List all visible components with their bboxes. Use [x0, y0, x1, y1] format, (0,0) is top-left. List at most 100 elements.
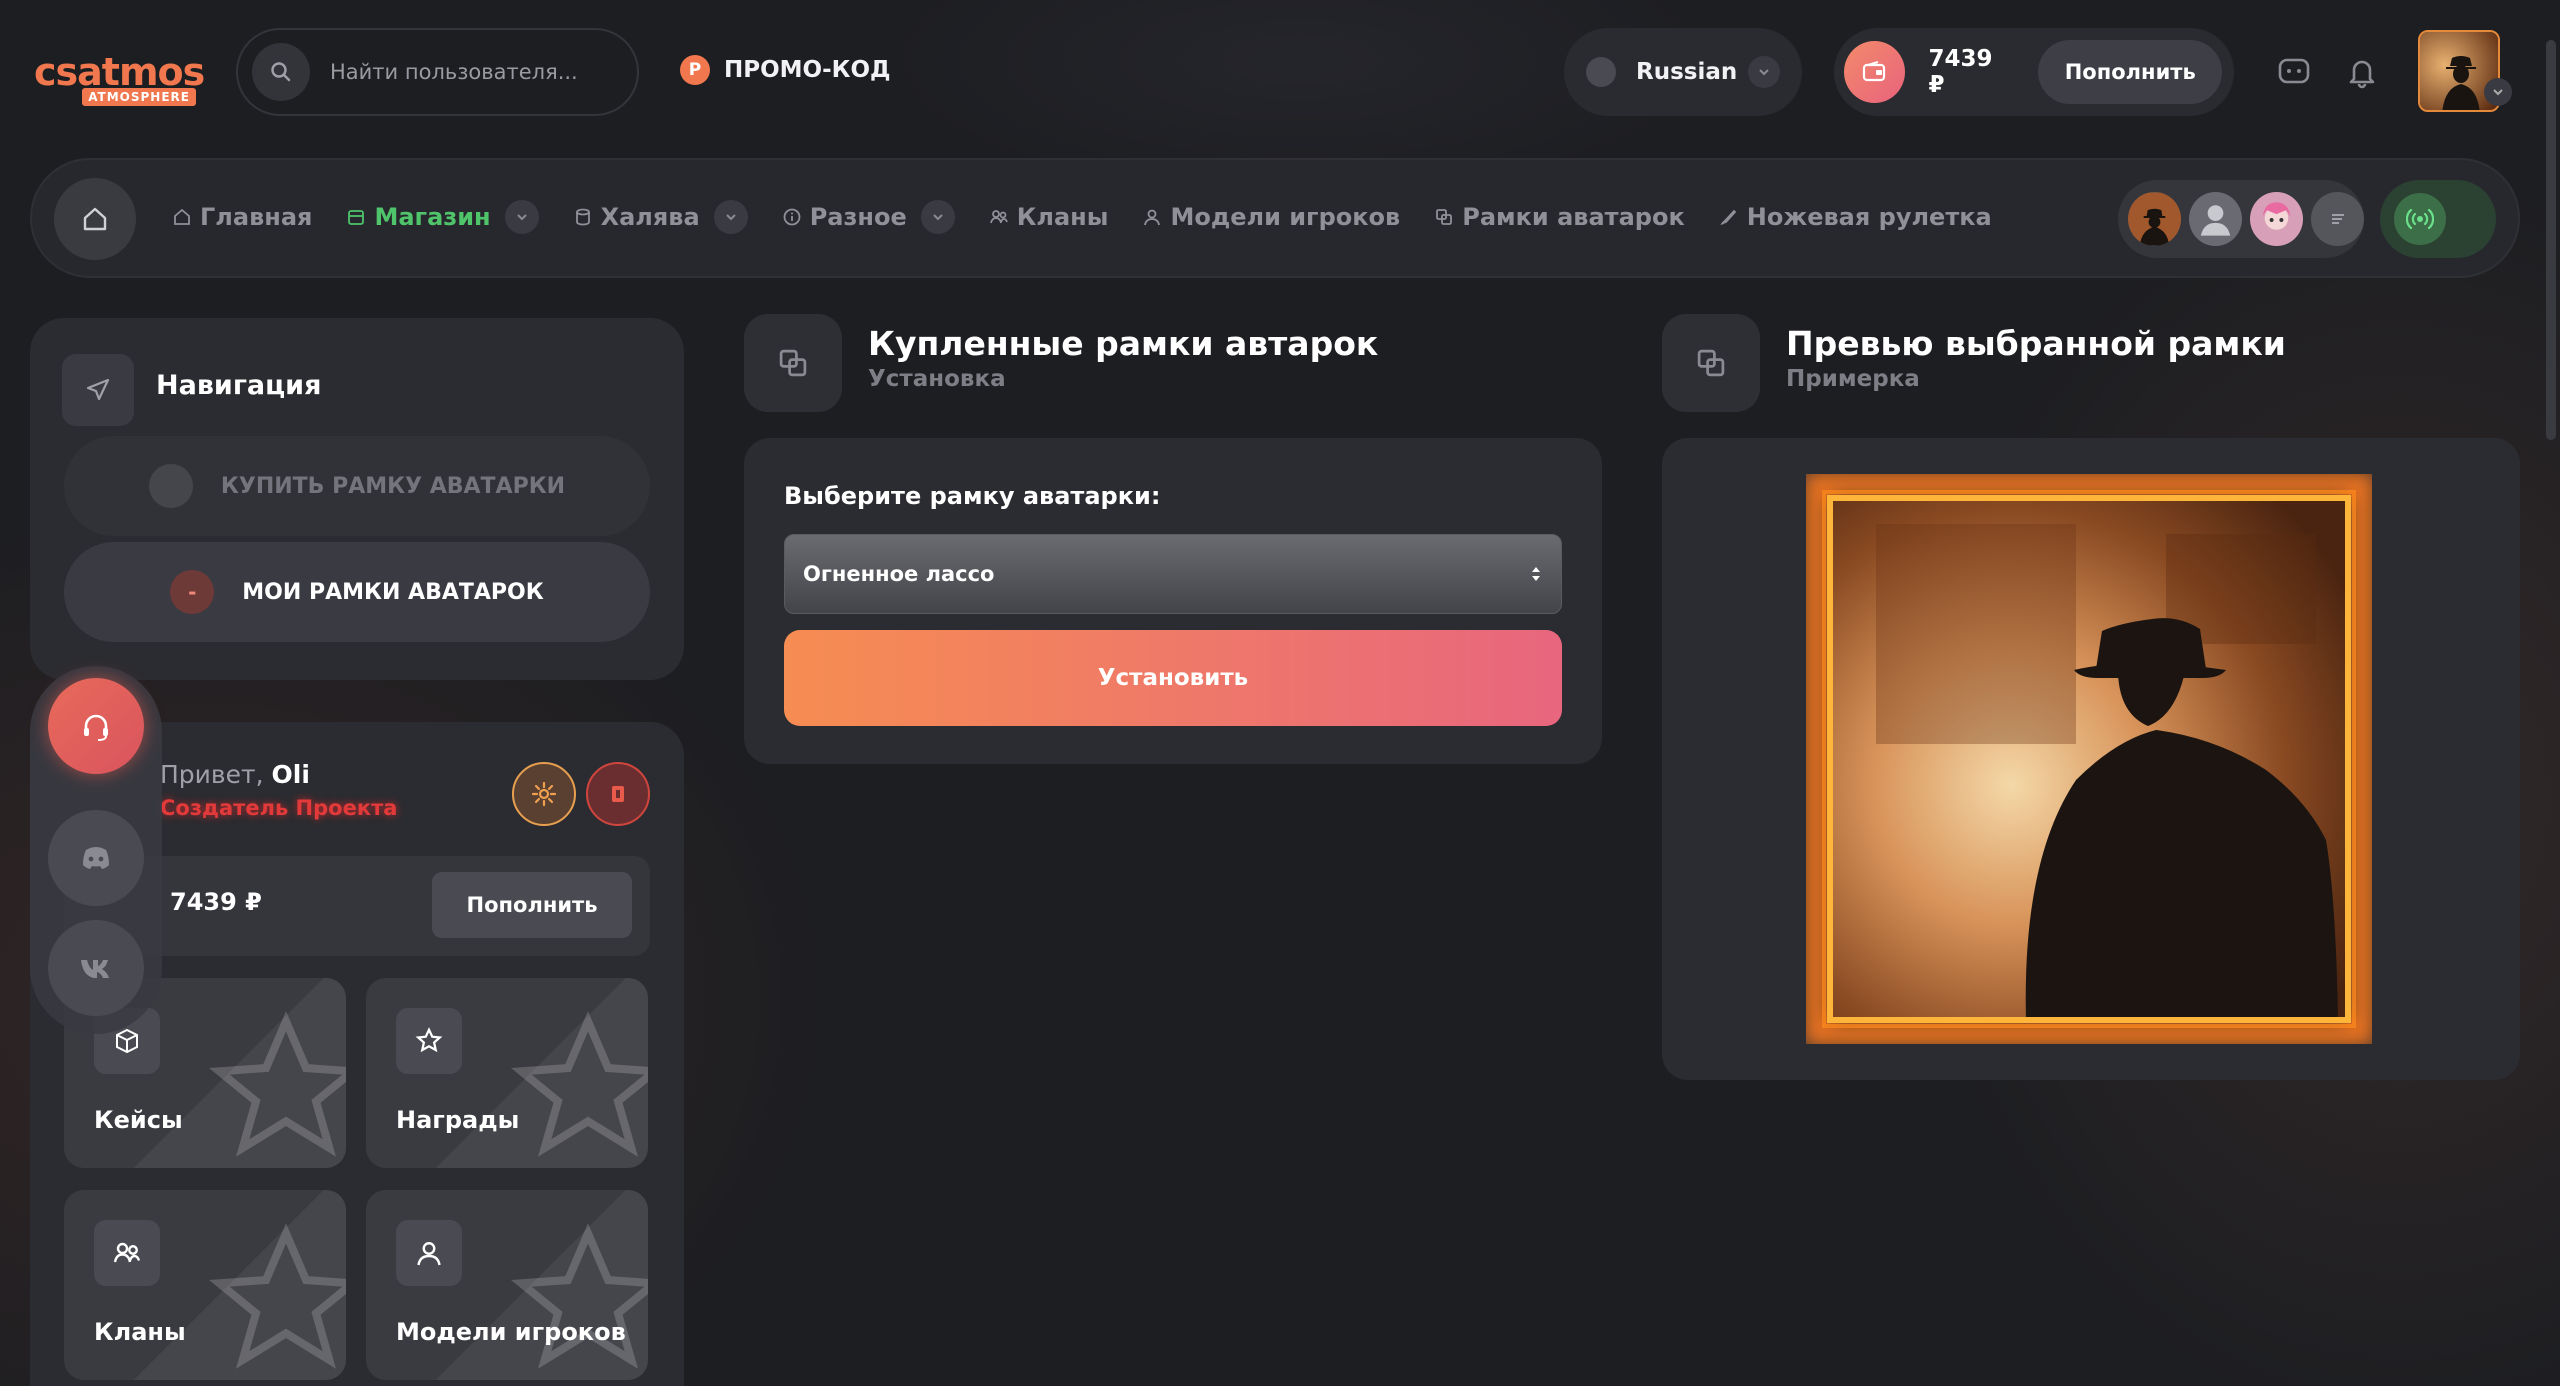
info-icon	[783, 208, 801, 226]
user-search[interactable]	[236, 28, 639, 116]
buy-frame-label: КУПИТЬ РАМКУ АВАТАРКИ	[220, 473, 566, 499]
nav-label-knife-roulette: Ножевая рулетка	[1746, 203, 1992, 231]
avatar-menu-chevron-icon[interactable]	[2484, 78, 2512, 106]
headset-icon	[84, 714, 108, 741]
language-selector[interactable]: Russian	[1564, 28, 1802, 116]
buy-frame-button[interactable]: КУПИТЬ РАМКУ АВАТАРКИ	[64, 436, 650, 536]
nav-item-freebie[interactable]: Халява	[573, 200, 748, 234]
online-user-avatar[interactable]	[2128, 192, 2181, 246]
bell-icon[interactable]	[2342, 52, 2382, 92]
users-icon	[94, 1220, 160, 1286]
my-frames-badge: -	[170, 570, 215, 614]
nav-label-shop: Магазин	[374, 203, 491, 231]
nav-label-avatar-frames: Рамки аватарок	[1462, 203, 1685, 231]
greeting: Привет, Oli	[160, 760, 310, 789]
nav-item-avatar-frames[interactable]: Рамки аватарок	[1434, 203, 1685, 231]
frame-select-dropdown[interactable]: Огненное лассо	[784, 534, 1562, 614]
chevron-down-icon[interactable]	[920, 200, 955, 234]
tile-player-models[interactable]: Модели игроков	[366, 1190, 648, 1380]
settings-button[interactable]	[512, 762, 576, 826]
wallet-balance: 7439 ₽	[1928, 46, 1993, 98]
purchased-frames-subtitle: Установка	[868, 366, 1006, 392]
page-scrollbar[interactable]	[2546, 40, 2556, 440]
knife-icon	[1719, 209, 1736, 225]
tile-cases-label: Кейсы	[94, 1106, 183, 1134]
vk-icon	[81, 960, 109, 978]
logo-sub-text: ATMOSPHERE	[82, 88, 196, 106]
promo-badge-icon: P	[680, 55, 710, 85]
user-role: Создатель Проекта	[160, 796, 398, 820]
coins-icon	[575, 208, 590, 226]
logout-button[interactable]	[586, 762, 650, 826]
nav-label-misc: Разное	[809, 203, 907, 231]
my-frames-button[interactable]: - МОИ РАМКИ АВАТАРОК	[64, 542, 650, 642]
frames-icon	[1436, 209, 1453, 225]
wallet-icon	[1844, 41, 1905, 103]
user-icon	[1144, 209, 1161, 226]
promo-label: ПРОМО-КОД	[724, 57, 891, 83]
online-status-button[interactable]	[2380, 180, 2496, 258]
sidebar-topup-button[interactable]: Пополнить	[432, 872, 632, 938]
frame-preview-image	[1806, 474, 2372, 1044]
star-icon	[396, 1008, 462, 1074]
support-button[interactable]	[48, 678, 144, 774]
online-users-group[interactable]	[2118, 180, 2364, 258]
topup-button[interactable]: Пополнить	[2038, 40, 2222, 104]
nav-menu: Главная Магазин Халява Разное Кланы Моде…	[172, 198, 2026, 236]
chevron-down-icon[interactable]	[504, 200, 539, 234]
nav-label-clans: Кланы	[1016, 203, 1109, 231]
broadcast-icon	[2394, 193, 2446, 245]
tile-rewards[interactable]: Награды	[366, 978, 648, 1168]
discord-icon	[83, 847, 109, 869]
site-logo[interactable]: csatmos ATMOSPHERE	[34, 50, 205, 112]
nav-item-shop[interactable]: Магазин	[346, 200, 539, 234]
install-button[interactable]: Установить	[784, 630, 1562, 726]
users-icon	[989, 210, 1008, 224]
chevron-down-icon[interactable]	[713, 200, 748, 234]
nav-label-freebie: Халява	[600, 203, 700, 231]
nav-label-main: Главная	[200, 203, 313, 231]
preview-section-icon	[1662, 314, 1760, 412]
search-icon	[252, 43, 310, 101]
more-users-icon[interactable]	[2311, 192, 2364, 246]
chat-icon[interactable]	[2274, 52, 2314, 92]
select-frame-label: Выберите рамку аватарки:	[784, 482, 1161, 510]
nav-item-knife-roulette[interactable]: Ножевая рулетка	[1719, 203, 1992, 231]
nav-item-main[interactable]: Главная	[172, 203, 312, 231]
purchased-frames-title: Купленные рамки автарок	[868, 324, 1379, 363]
chevron-down-icon	[1748, 56, 1780, 88]
wallet-widget: 7439 ₽ Пополнить	[1834, 28, 2234, 116]
selected-frame-value: Огненное лассо	[803, 562, 995, 586]
user-icon	[396, 1220, 462, 1286]
my-frames-label: МОИ РАМКИ АВАТАРОК	[242, 579, 544, 605]
nav-item-clans[interactable]: Кланы	[989, 203, 1109, 231]
greeting-prefix: Привет,	[160, 760, 264, 789]
online-user-avatar[interactable]	[2250, 192, 2303, 246]
preview-title: Превью выбранной рамки	[1786, 324, 2286, 363]
shop-icon	[348, 210, 365, 225]
frames-section-icon	[744, 314, 842, 412]
promo-code-button[interactable]: P ПРОМО-КОД	[680, 52, 890, 88]
home-small-icon	[174, 208, 190, 225]
globe-icon	[1586, 57, 1616, 87]
language-label: Russian	[1636, 59, 1738, 85]
username: Oli	[271, 760, 310, 789]
sidebar-balance: 7439 ₽	[170, 888, 262, 916]
tile-clans-label: Кланы	[94, 1318, 186, 1346]
logout-icon	[612, 786, 624, 802]
nav-item-player-models[interactable]: Модели игроков	[1142, 203, 1400, 231]
tile-clans[interactable]: Кланы	[64, 1190, 346, 1380]
gear-icon	[531, 781, 557, 807]
nav-item-misc[interactable]: Разное	[782, 200, 955, 234]
home-button[interactable]	[54, 178, 136, 260]
online-user-avatar[interactable]	[2189, 192, 2242, 246]
discord-button[interactable]	[48, 810, 144, 906]
buy-frame-dot-icon	[148, 464, 193, 508]
preview-subtitle: Примерка	[1786, 366, 1920, 392]
navigation-title: Навигация	[156, 370, 322, 401]
tile-player-models-label: Модели игроков	[396, 1318, 626, 1346]
nav-label-player-models: Модели игроков	[1170, 203, 1401, 231]
tile-rewards-label: Награды	[396, 1106, 520, 1134]
search-input[interactable]	[330, 60, 610, 84]
vk-button[interactable]	[48, 920, 144, 1016]
